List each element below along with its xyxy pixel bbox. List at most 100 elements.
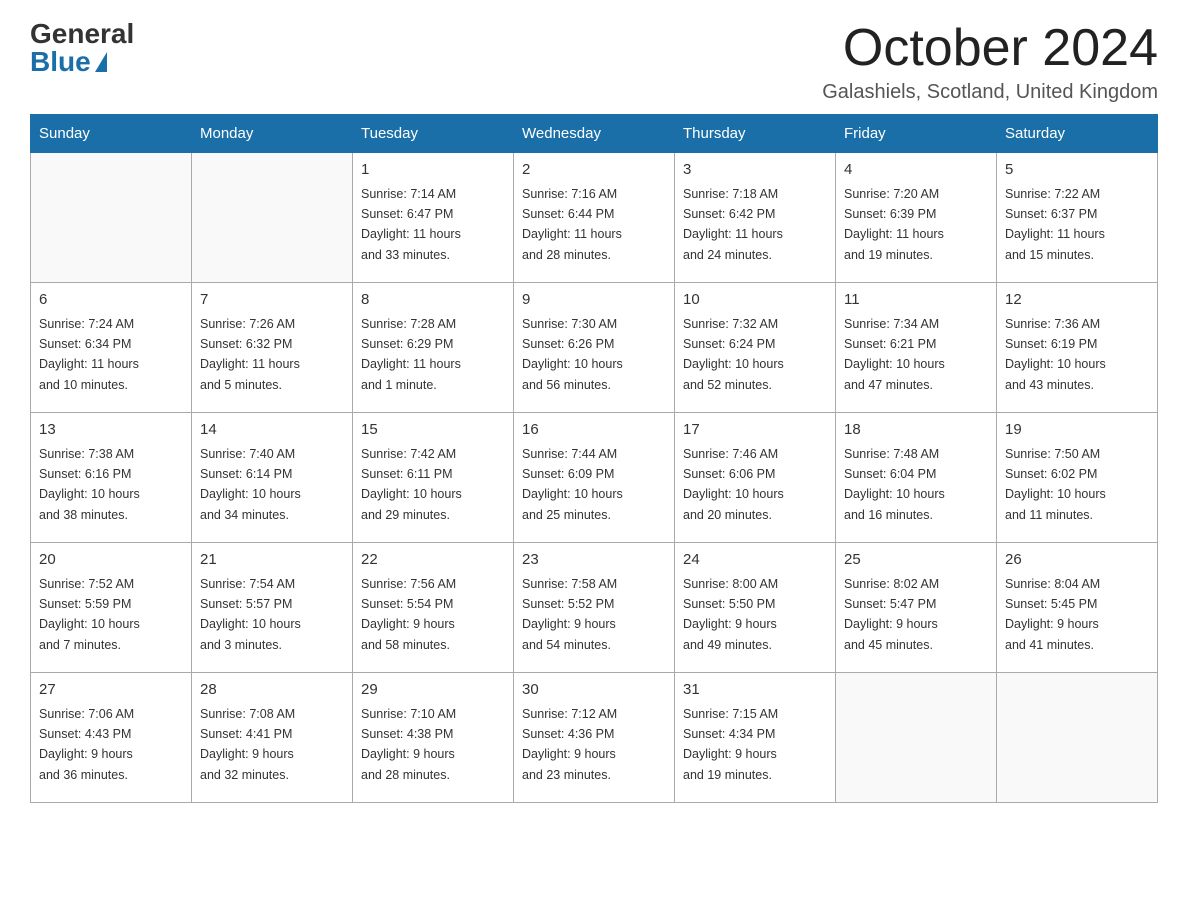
calendar-cell: 25 Sunrise: 8:02 AMSunset: 5:47 PMDayligh… (836, 543, 997, 673)
calendar-cell: 12 Sunrise: 7:36 AMSunset: 6:19 PMDayligh… (997, 283, 1158, 413)
calendar-week-5: 27 Sunrise: 7:06 AMSunset: 4:43 PMDayligh… (31, 673, 1158, 803)
calendar-cell (836, 673, 997, 803)
logo-general-text: General (30, 20, 134, 48)
day-number: 13 (39, 419, 183, 442)
day-info: Sunrise: 7:20 AMSunset: 6:39 PMDaylight:… (844, 187, 944, 262)
header-row: SundayMondayTuesdayWednesdayThursdayFrid… (31, 115, 1158, 153)
day-info: Sunrise: 8:02 AMSunset: 5:47 PMDaylight:… (844, 577, 939, 652)
day-info: Sunrise: 7:32 AMSunset: 6:24 PMDaylight:… (683, 317, 784, 392)
day-number: 29 (361, 679, 505, 702)
day-number: 12 (1005, 289, 1149, 312)
day-info: Sunrise: 7:28 AMSunset: 6:29 PMDaylight:… (361, 317, 461, 392)
calendar-cell: 11 Sunrise: 7:34 AMSunset: 6:21 PMDayligh… (836, 283, 997, 413)
calendar-cell (997, 673, 1158, 803)
day-number: 25 (844, 549, 988, 572)
day-number: 31 (683, 679, 827, 702)
day-info: Sunrise: 7:54 AMSunset: 5:57 PMDaylight:… (200, 577, 301, 652)
calendar-body: 1Sunrise: 7:14 AMSunset: 6:47 PMDaylight… (31, 153, 1158, 803)
calendar-cell: 24Sunrise: 8:00 AMSunset: 5:50 PMDayligh… (675, 543, 836, 673)
page-header: General Blue October 2024 Galashiels, Sc… (30, 20, 1158, 104)
day-number: 8 (361, 289, 505, 312)
day-info: Sunrise: 7:44 AMSunset: 6:09 PMDaylight:… (522, 447, 623, 522)
day-number: 22 (361, 549, 505, 572)
calendar-cell: 30 Sunrise: 7:12 AMSunset: 4:36 PMDayligh… (514, 673, 675, 803)
day-info: Sunrise: 7:48 AMSunset: 6:04 PMDaylight:… (844, 447, 945, 522)
day-number: 18 (844, 419, 988, 442)
day-info: Sunrise: 7:36 AMSunset: 6:19 PMDaylight:… (1005, 317, 1106, 392)
day-number: 21 (200, 549, 344, 572)
day-info: Sunrise: 7:16 AMSunset: 6:44 PMDaylight:… (522, 187, 622, 262)
calendar-cell: 1Sunrise: 7:14 AMSunset: 6:47 PMDaylight… (353, 153, 514, 283)
day-number: 27 (39, 679, 183, 702)
day-number: 10 (683, 289, 827, 312)
calendar-cell (192, 153, 353, 283)
calendar-cell: 17 Sunrise: 7:46 AMSunset: 6:06 PMDayligh… (675, 413, 836, 543)
day-number: 2 (522, 159, 666, 182)
calendar-cell: 8 Sunrise: 7:28 AMSunset: 6:29 PMDaylight… (353, 283, 514, 413)
calendar-cell: 19Sunrise: 7:50 AMSunset: 6:02 PMDayligh… (997, 413, 1158, 543)
day-number: 11 (844, 289, 988, 312)
calendar-cell: 23 Sunrise: 7:58 AMSunset: 5:52 PMDayligh… (514, 543, 675, 673)
calendar-cell: 5 Sunrise: 7:22 AMSunset: 6:37 PMDaylight… (997, 153, 1158, 283)
calendar-table: SundayMondayTuesdayWednesdayThursdayFrid… (30, 114, 1158, 803)
day-number: 3 (683, 159, 827, 182)
day-number: 16 (522, 419, 666, 442)
day-number: 23 (522, 549, 666, 572)
day-info: Sunrise: 7:12 AMSunset: 4:36 PMDaylight:… (522, 707, 617, 782)
day-info: Sunrise: 7:56 AMSunset: 5:54 PMDaylight:… (361, 577, 456, 652)
calendar-cell: 15 Sunrise: 7:42 AMSunset: 6:11 PMDayligh… (353, 413, 514, 543)
calendar-cell: 3Sunrise: 7:18 AMSunset: 6:42 PMDaylight… (675, 153, 836, 283)
calendar-cell: 22 Sunrise: 7:56 AMSunset: 5:54 PMDayligh… (353, 543, 514, 673)
calendar-week-2: 6Sunrise: 7:24 AMSunset: 6:34 PMDaylight… (31, 283, 1158, 413)
location-subtitle: Galashiels, Scotland, United Kingdom (822, 81, 1158, 104)
day-info: Sunrise: 7:26 AMSunset: 6:32 PMDaylight:… (200, 317, 300, 392)
day-info: Sunrise: 7:30 AMSunset: 6:26 PMDaylight:… (522, 317, 623, 392)
day-info: Sunrise: 7:15 AMSunset: 4:34 PMDaylight:… (683, 707, 778, 782)
calendar-cell: 9 Sunrise: 7:30 AMSunset: 6:26 PMDaylight… (514, 283, 675, 413)
header-day-saturday: Saturday (997, 115, 1158, 153)
calendar-cell: 20 Sunrise: 7:52 AMSunset: 5:59 PMDayligh… (31, 543, 192, 673)
day-number: 20 (39, 549, 183, 572)
day-number: 9 (522, 289, 666, 312)
header-day-thursday: Thursday (675, 115, 836, 153)
day-info: Sunrise: 7:40 AMSunset: 6:14 PMDaylight:… (200, 447, 301, 522)
header-day-monday: Monday (192, 115, 353, 153)
day-number: 17 (683, 419, 827, 442)
calendar-cell: 28Sunrise: 7:08 AMSunset: 4:41 PMDayligh… (192, 673, 353, 803)
logo-blue-text: Blue (30, 48, 107, 76)
day-info: Sunrise: 8:00 AMSunset: 5:50 PMDaylight:… (683, 577, 778, 652)
header-day-tuesday: Tuesday (353, 115, 514, 153)
calendar-cell: 26 Sunrise: 8:04 AMSunset: 5:45 PMDayligh… (997, 543, 1158, 673)
day-info: Sunrise: 7:46 AMSunset: 6:06 PMDaylight:… (683, 447, 784, 522)
day-number: 30 (522, 679, 666, 702)
day-number: 28 (200, 679, 344, 702)
day-number: 26 (1005, 549, 1149, 572)
calendar-cell: 6Sunrise: 7:24 AMSunset: 6:34 PMDaylight… (31, 283, 192, 413)
header-day-wednesday: Wednesday (514, 115, 675, 153)
day-number: 5 (1005, 159, 1149, 182)
day-number: 14 (200, 419, 344, 442)
day-number: 15 (361, 419, 505, 442)
day-info: Sunrise: 7:58 AMSunset: 5:52 PMDaylight:… (522, 577, 617, 652)
calendar-cell: 10 Sunrise: 7:32 AMSunset: 6:24 PMDayligh… (675, 283, 836, 413)
day-number: 7 (200, 289, 344, 312)
calendar-cell (31, 153, 192, 283)
calendar-cell: 13 Sunrise: 7:38 AMSunset: 6:16 PMDayligh… (31, 413, 192, 543)
day-info: Sunrise: 7:14 AMSunset: 6:47 PMDaylight:… (361, 187, 461, 262)
day-info: Sunrise: 7:42 AMSunset: 6:11 PMDaylight:… (361, 447, 462, 522)
calendar-cell: 2 Sunrise: 7:16 AMSunset: 6:44 PMDaylight… (514, 153, 675, 283)
day-info: Sunrise: 7:50 AMSunset: 6:02 PMDaylight:… (1005, 447, 1106, 522)
day-info: Sunrise: 7:38 AMSunset: 6:16 PMDaylight:… (39, 447, 140, 522)
day-info: Sunrise: 7:52 AMSunset: 5:59 PMDaylight:… (39, 577, 140, 652)
day-info: Sunrise: 7:10 AMSunset: 4:38 PMDaylight:… (361, 707, 456, 782)
day-info: Sunrise: 8:04 AMSunset: 5:45 PMDaylight:… (1005, 577, 1100, 652)
day-info: Sunrise: 7:22 AMSunset: 6:37 PMDaylight:… (1005, 187, 1105, 262)
calendar-week-3: 13 Sunrise: 7:38 AMSunset: 6:16 PMDayligh… (31, 413, 1158, 543)
calendar-week-1: 1Sunrise: 7:14 AMSunset: 6:47 PMDaylight… (31, 153, 1158, 283)
calendar-cell: 7 Sunrise: 7:26 AMSunset: 6:32 PMDaylight… (192, 283, 353, 413)
calendar-cell: 14 Sunrise: 7:40 AMSunset: 6:14 PMDayligh… (192, 413, 353, 543)
day-info: Sunrise: 7:34 AMSunset: 6:21 PMDaylight:… (844, 317, 945, 392)
day-info: Sunrise: 7:06 AMSunset: 4:43 PMDaylight:… (39, 707, 134, 782)
calendar-cell: 27 Sunrise: 7:06 AMSunset: 4:43 PMDayligh… (31, 673, 192, 803)
logo-triangle-icon (95, 52, 107, 72)
